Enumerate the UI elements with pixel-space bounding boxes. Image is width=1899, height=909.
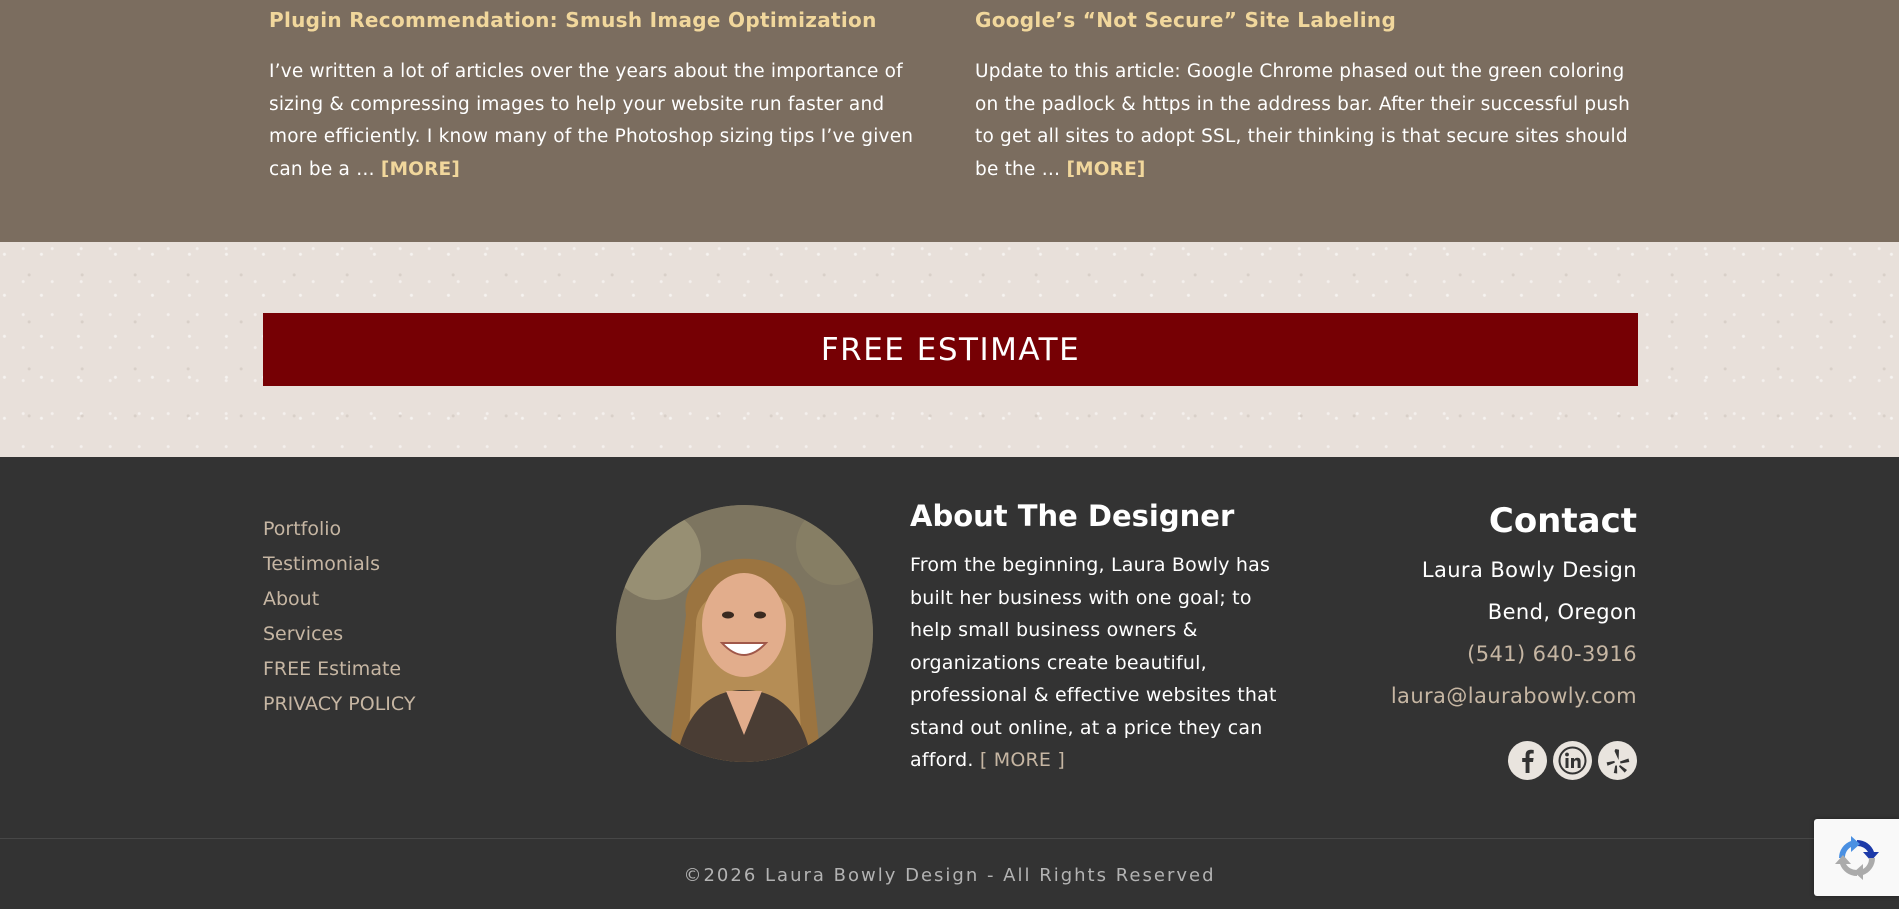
recaptcha-badge[interactable]	[1814, 819, 1899, 896]
estimate-band: FREE ESTIMATE	[0, 242, 1899, 457]
copyright-text: ©2026 Laura Bowly Design - All Rights Re…	[683, 865, 1216, 886]
company-location: Bend, Oregon	[1487, 600, 1637, 624]
portrait-illustration	[616, 505, 873, 762]
blog-post-excerpt: Update to this article: Google Chrome ph…	[975, 56, 1635, 186]
contact-heading: Contact	[1488, 501, 1637, 541]
blog-post-title[interactable]: Google’s “Not Secure” Site Labeling	[975, 8, 1675, 32]
about-more-link[interactable]: [ MORE ]	[980, 749, 1065, 771]
footer-nav-free-estimate[interactable]: FREE Estimate	[263, 652, 415, 687]
about-designer-text: From the beginning, Laura Bowly has buil…	[910, 549, 1290, 777]
about-designer-body: From the beginning, Laura Bowly has buil…	[910, 554, 1277, 771]
about-designer-heading: About The Designer	[910, 499, 1235, 533]
recaptcha-icon	[1834, 835, 1879, 880]
company-name: Laura Bowly Design	[1421, 558, 1637, 582]
designer-photo	[616, 505, 873, 762]
blog-post-title[interactable]: Plugin Recommendation: Smush Image Optim…	[269, 8, 969, 32]
blog-post-excerpt: I’ve written a lot of articles over the …	[269, 56, 929, 186]
facebook-icon[interactable]	[1508, 741, 1547, 780]
footer-nav-services[interactable]: Services	[263, 617, 415, 652]
social-links	[1508, 741, 1637, 780]
blog-excerpts-section: Plugin Recommendation: Smush Image Optim…	[0, 0, 1899, 242]
blog-post-excerpt-text: I’ve written a lot of articles over the …	[269, 61, 914, 180]
read-more-link[interactable]: [MORE]	[381, 159, 460, 180]
contact-block: Contact Laura Bowly Design Bend, Oregon …	[1391, 501, 1637, 717]
footer-nav-testimonials[interactable]: Testimonials	[263, 547, 415, 582]
phone-link[interactable]: (541) 640-3916	[1391, 633, 1637, 675]
site-footer: Portfolio Testimonials About Services FR…	[0, 457, 1899, 909]
footer-nav-privacy-policy[interactable]: PRIVACY POLICY	[263, 687, 415, 722]
yelp-icon[interactable]	[1598, 741, 1637, 780]
linkedin-icon[interactable]	[1553, 741, 1592, 780]
footer-nav-about[interactable]: About	[263, 582, 415, 617]
footer-divider	[0, 838, 1899, 839]
free-estimate-button[interactable]: FREE ESTIMATE	[263, 313, 1638, 386]
footer-nav: Portfolio Testimonials About Services FR…	[263, 512, 415, 722]
email-link[interactable]: laura@laurabowly.com	[1391, 675, 1637, 717]
footer-nav-portfolio[interactable]: Portfolio	[263, 512, 415, 547]
read-more-link[interactable]: [MORE]	[1066, 159, 1145, 180]
